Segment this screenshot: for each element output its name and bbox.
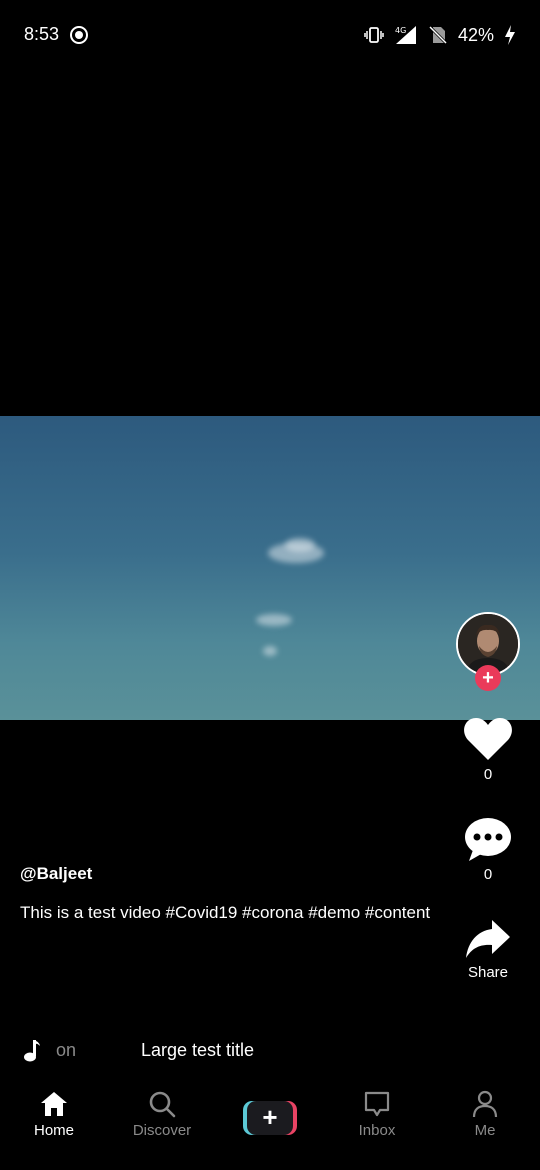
nav-inbox[interactable]: Inbox <box>323 1076 431 1170</box>
status-time: 8:53 <box>24 24 60 44</box>
signal-icon: 4G <box>395 26 416 44</box>
profile-icon <box>472 1090 498 1118</box>
status-bar: 8:53 4G 42% <box>0 0 540 70</box>
charging-icon <box>505 25 515 45</box>
nav-home-label: Home <box>33 1122 74 1139</box>
comment-icon <box>465 818 511 861</box>
follow-plus-button[interactable]: + <box>475 665 501 691</box>
share-label: Share <box>467 964 509 981</box>
nav-home[interactable]: Home <box>0 1076 108 1170</box>
status-icons: 4G 42% <box>364 22 516 48</box>
comment-count: 0 <box>483 866 493 883</box>
cloud-shape <box>285 538 315 552</box>
music-note-icon <box>24 1040 40 1062</box>
battery-percent: 42% <box>457 24 494 45</box>
create-button[interactable]: + <box>243 1101 297 1135</box>
like-button[interactable]: 0 <box>455 716 521 783</box>
cloud-shape <box>263 646 277 656</box>
video-description: This is a test video #Covid19 #corona #d… <box>20 903 431 922</box>
music-title: Large test title <box>141 1040 255 1060</box>
search-icon <box>149 1091 176 1118</box>
like-count: 0 <box>483 766 493 783</box>
video-player[interactable] <box>0 416 540 720</box>
share-button[interactable]: Share <box>455 918 521 981</box>
home-icon <box>41 1092 67 1116</box>
nav-me[interactable]: Me <box>431 1076 539 1170</box>
vibrate-icon <box>364 27 384 43</box>
share-arrow-icon <box>466 920 510 958</box>
music-scroll-fragment: on <box>56 1040 77 1060</box>
screen-record-icon <box>70 26 88 44</box>
nav-discover[interactable]: Discover <box>108 1076 216 1170</box>
comment-button[interactable]: 0 <box>455 816 521 883</box>
heart-icon <box>464 718 512 760</box>
nav-inbox-label: Inbox <box>358 1122 396 1139</box>
create-plus-icon: + <box>247 1101 293 1135</box>
no-sim-icon <box>428 25 448 45</box>
cloud-shape <box>256 614 292 626</box>
network-type: 4G <box>395 26 406 35</box>
music-ticker[interactable]: on Large test title <box>22 1038 442 1064</box>
bottom-nav: Home Discover + Inbox Me <box>0 1076 540 1170</box>
nav-discover-label: Discover <box>132 1122 192 1139</box>
nav-me-label: Me <box>474 1122 496 1139</box>
inbox-icon <box>364 1091 390 1117</box>
author-username[interactable]: @Baljeet <box>20 864 92 884</box>
